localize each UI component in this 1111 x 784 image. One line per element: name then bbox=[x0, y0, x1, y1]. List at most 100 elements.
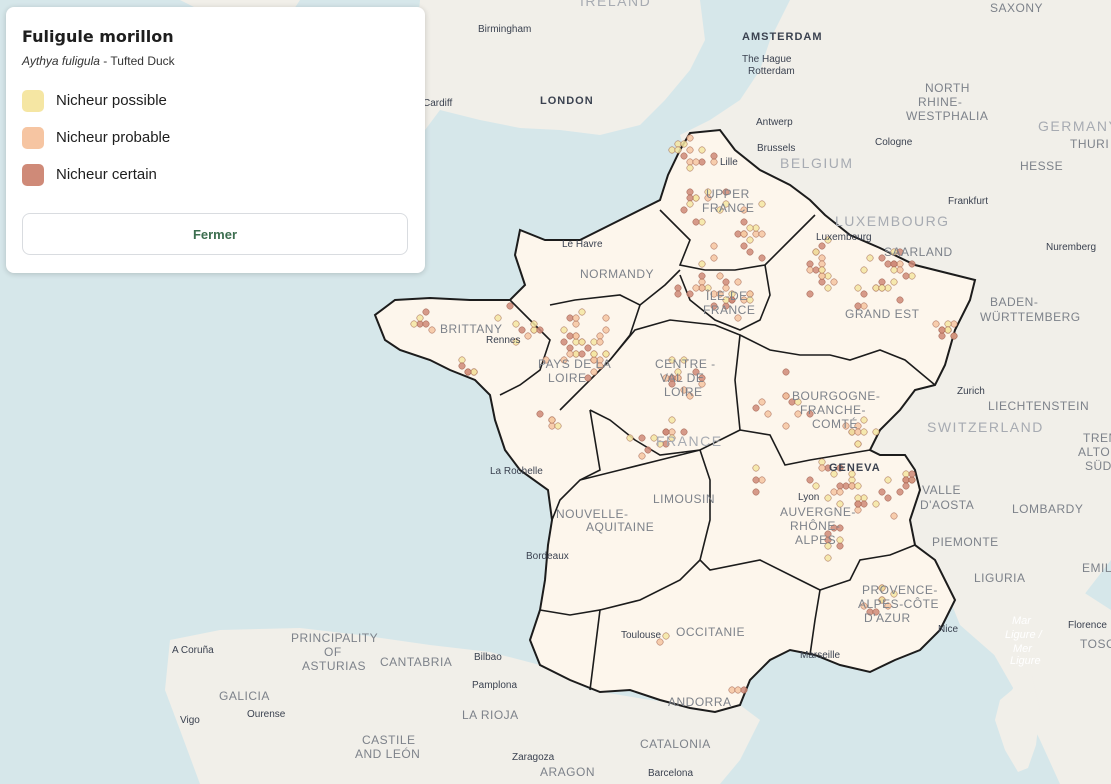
map-label-region: OCCITANIE bbox=[676, 625, 745, 639]
breeding-dot bbox=[812, 248, 820, 256]
map-label-region: BADEN- bbox=[990, 295, 1038, 309]
breeding-dot bbox=[566, 344, 574, 352]
breeding-dot bbox=[884, 284, 892, 292]
map-label-region: ALTO bbox=[1078, 445, 1110, 459]
breeding-dot bbox=[872, 284, 880, 292]
breeding-dot bbox=[938, 326, 946, 334]
breeding-dot bbox=[884, 260, 892, 268]
common-name: Tufted Duck bbox=[110, 54, 175, 68]
map-label-region: BRITTANY bbox=[440, 322, 502, 336]
breeding-dot bbox=[572, 320, 580, 328]
map-label-city: Zaragoza bbox=[512, 752, 555, 763]
breeding-dot bbox=[674, 140, 682, 148]
map-label-region: UPPER bbox=[706, 187, 750, 201]
map-label-region: VAL DE bbox=[660, 371, 704, 385]
map-label-region: NORMANDY bbox=[580, 267, 654, 281]
breeding-dot bbox=[686, 164, 694, 172]
breeding-dot bbox=[686, 134, 694, 142]
breeding-dot bbox=[686, 290, 694, 298]
map-label-region: WÜRTTEMBERG bbox=[980, 310, 1081, 324]
breeding-dot bbox=[806, 476, 814, 484]
breeding-dot bbox=[698, 260, 706, 268]
map-label-city: Barcelona bbox=[648, 768, 693, 779]
breeding-dot bbox=[662, 632, 670, 640]
breeding-dot bbox=[518, 326, 526, 334]
map-label-region: CATALONIA bbox=[640, 737, 711, 751]
map-label-city: Nice bbox=[938, 624, 958, 635]
map-label-city: LONDON bbox=[540, 95, 594, 107]
map-label-city: Brussels bbox=[757, 143, 795, 154]
breeding-dot bbox=[848, 482, 856, 490]
breeding-dot bbox=[458, 356, 466, 364]
map-label-region: RHÔNE- bbox=[790, 518, 840, 533]
map-label-region: RHINE- bbox=[918, 95, 962, 109]
breeding-dot bbox=[548, 422, 556, 430]
map-label-region: PIEMONTE bbox=[932, 535, 999, 549]
legend-swatch-possible bbox=[22, 89, 44, 112]
map-label-city: Nuremberg bbox=[1046, 242, 1096, 253]
breeding-dot bbox=[758, 476, 766, 484]
map-label-region: OF bbox=[324, 645, 342, 659]
map-label-city: Toulouse bbox=[621, 630, 661, 641]
breeding-dot bbox=[710, 152, 718, 160]
breeding-dot bbox=[752, 476, 760, 484]
map-label-city: Lyon bbox=[798, 492, 819, 503]
breeding-dot bbox=[860, 266, 868, 274]
map-label-region: WESTPHALIA bbox=[906, 109, 988, 123]
breeding-dot bbox=[950, 332, 958, 340]
breeding-dot bbox=[554, 422, 562, 430]
breeding-dot bbox=[902, 476, 910, 484]
breeding-dot bbox=[680, 140, 688, 148]
map-label-region: BOURGOGNE- bbox=[792, 389, 880, 403]
map-label-sea: Mar bbox=[1012, 615, 1032, 627]
breeding-dot bbox=[746, 248, 754, 256]
breeding-dot bbox=[818, 266, 826, 274]
map-label-region: ÎLE-DE- bbox=[705, 288, 752, 303]
map-label-region: HESSE bbox=[1020, 159, 1063, 173]
map-label-region: VALLE bbox=[922, 483, 961, 497]
breeding-dot bbox=[878, 488, 886, 496]
breeding-dot bbox=[752, 224, 760, 232]
map-label-region: PROVENCE- bbox=[862, 583, 938, 597]
map-label-region: LIGURIA bbox=[974, 571, 1026, 585]
breeding-dot bbox=[818, 458, 826, 466]
breeding-dot bbox=[566, 314, 574, 322]
map-label-region: AQUITAINE bbox=[586, 520, 654, 534]
breeding-dot bbox=[602, 314, 610, 322]
map-label-country: GERMANY bbox=[1038, 118, 1111, 134]
breeding-dot bbox=[836, 542, 844, 550]
map-label-city: AMSTERDAM bbox=[742, 31, 823, 43]
breeding-dot bbox=[566, 332, 574, 340]
breeding-dot bbox=[698, 272, 706, 280]
breeding-dot bbox=[902, 482, 910, 490]
species-subtitle: Aythya fuligula - Tufted Duck bbox=[22, 54, 409, 68]
breeding-dot bbox=[560, 326, 568, 334]
map-label-city: Rennes bbox=[486, 335, 520, 346]
map-label-city: Antwerp bbox=[756, 117, 793, 128]
breeding-dot bbox=[878, 284, 886, 292]
breeding-dot bbox=[416, 314, 424, 322]
legend-label-certain: Nicheur certain bbox=[56, 166, 157, 183]
breeding-dot bbox=[752, 464, 760, 472]
breeding-dot bbox=[692, 284, 700, 292]
breeding-dot bbox=[878, 278, 886, 286]
breeding-dot bbox=[860, 290, 868, 298]
close-button[interactable]: Fermer bbox=[22, 213, 408, 255]
breeding-dot bbox=[836, 536, 844, 544]
breeding-dot bbox=[590, 338, 598, 346]
legend-swatch-probable bbox=[22, 126, 44, 149]
breeding-dot bbox=[908, 470, 916, 478]
breeding-dot bbox=[830, 488, 838, 496]
breeding-dot bbox=[572, 314, 580, 322]
map-label-region: FRANCE bbox=[702, 201, 754, 215]
breeding-dot bbox=[806, 266, 814, 274]
breeding-dot bbox=[680, 152, 688, 160]
map-label-region: EMIL bbox=[1082, 561, 1111, 575]
breeding-dot bbox=[896, 488, 904, 496]
legend-item-possible: Nicheur possible bbox=[22, 89, 409, 112]
breeding-dot bbox=[458, 362, 466, 370]
breeding-dot bbox=[752, 488, 760, 496]
map-label-region: ALPES bbox=[795, 533, 836, 547]
map-label-region: TOSC bbox=[1080, 637, 1111, 651]
breeding-dot bbox=[578, 308, 586, 316]
